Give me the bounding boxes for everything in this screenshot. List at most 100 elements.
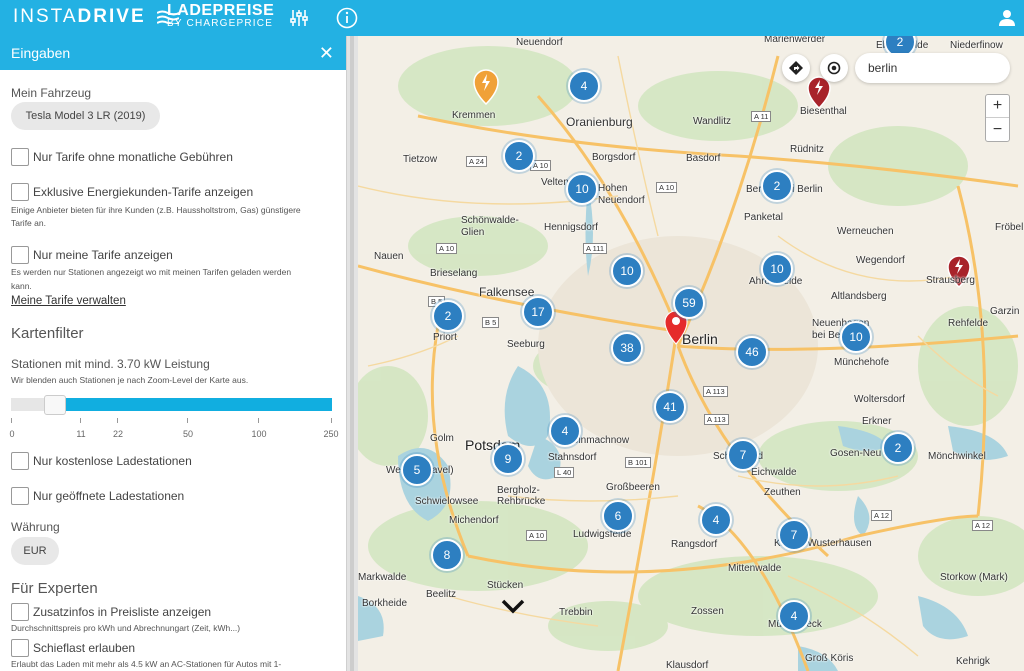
place-label: Niederfinow [950, 40, 1003, 51]
road-shield: A 24 [466, 156, 488, 167]
station-cluster[interactable]: 17 [522, 296, 554, 328]
place-label: Klausdorf [666, 660, 709, 671]
slider-tick [331, 418, 332, 423]
power-slider-handle[interactable] [44, 395, 66, 415]
place-label: Stücken [487, 580, 524, 591]
road-shield: A 10 [656, 182, 678, 193]
road-shield: B 101 [625, 457, 651, 468]
station-cluster[interactable]: 4 [549, 415, 581, 447]
station-cluster[interactable]: 59 [673, 287, 705, 319]
place-label: Wandlitz [693, 116, 731, 127]
place-label: Falkensee [479, 285, 535, 299]
place-label: Velten [541, 177, 569, 188]
free-stations-checkbox[interactable] [11, 452, 29, 470]
extra-info-checkbox[interactable] [11, 603, 29, 621]
place-label: Storkow (Mark) [940, 572, 1008, 583]
zoom-in-button[interactable]: + [986, 95, 1009, 118]
exclusive-tariffs-checkbox[interactable] [11, 183, 29, 201]
station-cluster[interactable]: 10 [566, 173, 598, 205]
no-monthly-fee-checkbox[interactable] [11, 148, 29, 166]
slider-tick-label: 11 [76, 429, 86, 439]
place-label: Großbeeren [606, 482, 660, 493]
extra-info-hint: Durchschnittspreis pro kWh und Abrechnun… [11, 623, 241, 633]
slider-tick [11, 418, 12, 423]
search-input[interactable] [855, 53, 1010, 83]
exclusive-tariffs-hint-2: Tarife an. [11, 218, 46, 228]
zoom-control: + − [985, 94, 1010, 142]
place-label: Biesenthal [800, 106, 847, 117]
info-icon[interactable] [335, 6, 359, 30]
zoom-out-button[interactable]: − [986, 118, 1009, 141]
station-cluster[interactable]: 46 [736, 336, 768, 368]
place-label: Rehfelde [948, 318, 989, 329]
place-label: Oranienburg [566, 115, 633, 129]
sliders-icon[interactable] [287, 6, 311, 30]
station-cluster[interactable]: 8 [431, 539, 463, 571]
place-label: Borkheide [362, 598, 408, 609]
road-shield: B 5 [482, 317, 500, 328]
map-canvas[interactable]: Marienwerder Neuendorf Oranienburg Wandl… [358, 36, 1024, 671]
road-shield: A 111 [583, 243, 608, 254]
currency-select[interactable]: EUR [11, 537, 59, 565]
power-slider[interactable] [11, 395, 332, 415]
place-label: Stahnsdorf [548, 452, 597, 463]
station-cluster[interactable]: 2 [882, 432, 914, 464]
top-bar: INSTADRIVE LADEPREISE BY CHARGEPRICE [0, 0, 1024, 36]
sidebar-title: Eingaben [11, 45, 71, 61]
open-stations-checkbox[interactable] [11, 487, 29, 505]
close-icon[interactable]: ✕ [319, 43, 334, 64]
directions-icon[interactable] [782, 54, 810, 82]
station-cluster[interactable]: 4 [568, 70, 600, 102]
station-cluster[interactable]: 7 [727, 439, 759, 471]
place-label: Altlandsberg [831, 291, 887, 302]
power-slider-fill [59, 398, 332, 411]
open-stations-label: Nur geöffnete Ladestationen [33, 489, 185, 503]
station-cluster[interactable]: 6 [602, 500, 634, 532]
logo-text-light: INSTA [13, 6, 78, 27]
chevron-down-icon[interactable] [500, 596, 526, 616]
place-label: Panketal [744, 212, 783, 223]
my-tariffs-checkbox[interactable] [11, 246, 29, 264]
settings-sidebar: Eingaben ✕ [0, 36, 346, 671]
station-cluster[interactable]: 7 [778, 519, 810, 551]
logo-text-bold: DRIVE [77, 6, 146, 27]
station-cluster[interactable]: 2 [761, 170, 793, 202]
station-cluster[interactable]: 10 [840, 321, 872, 353]
place-label: Tietzow [403, 154, 438, 165]
vehicle-select[interactable]: Tesla Model 3 LR (2019) [11, 102, 160, 130]
place-label: Nauen [374, 251, 404, 262]
manage-tariffs-link[interactable]: Meine Tarife verwalten [11, 295, 126, 307]
place-label: Brieselang [430, 268, 478, 279]
sidebar-resize-handle[interactable] [346, 36, 358, 671]
station-cluster[interactable]: 4 [778, 600, 810, 632]
station-cluster[interactable]: 10 [761, 253, 793, 285]
place-label-berlin: Berlin [682, 331, 718, 347]
place-label: Beelitz [426, 589, 457, 600]
station-cluster[interactable]: 9 [492, 443, 524, 475]
unbalanced-load-checkbox[interactable] [11, 639, 29, 657]
place-label: Mittenwalde [728, 563, 782, 574]
station-cluster[interactable]: 10 [611, 255, 643, 287]
road-shield: A 12 [972, 520, 994, 531]
station-cluster[interactable]: 2 [503, 140, 535, 172]
instadrive-logo[interactable]: INSTADRIVE [13, 6, 179, 28]
ladepreise-logo[interactable]: LADEPREISE BY CHARGEPRICE [167, 3, 274, 29]
place-label: Hohen Neuendorf [598, 183, 645, 206]
vehicle-label: Mein Fahrzeug [11, 86, 92, 100]
unbalanced-load-label: Schieflast erlauben [33, 641, 136, 655]
station-cluster[interactable]: 4 [700, 504, 732, 536]
station-cluster[interactable]: 5 [401, 454, 433, 486]
locate-me-icon[interactable] [820, 54, 848, 82]
user-icon[interactable] [995, 6, 1019, 30]
slider-tick-label: 22 [112, 429, 124, 439]
slider-tick-label: 50 [182, 429, 194, 439]
station-cluster[interactable]: 38 [611, 332, 643, 364]
place-label: Groß Köris [805, 653, 854, 664]
station-cluster[interactable]: 2 [432, 300, 464, 332]
exclusive-tariffs-hint: Einige Anbieter bieten für ihre Kunden (… [11, 205, 301, 215]
station-cluster[interactable]: 41 [654, 391, 686, 423]
slider-tick [117, 418, 118, 423]
place-label: Schwielowsee [415, 496, 479, 507]
road-shield: L 40 [554, 467, 575, 478]
exclusive-tariffs-label: Exklusive Energiekunden-Tarife anzeigen [33, 185, 254, 199]
